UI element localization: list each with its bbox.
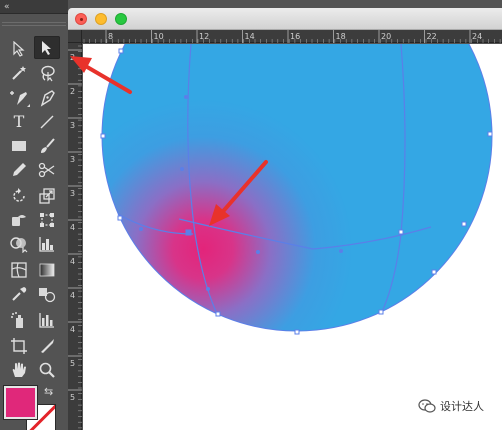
annotation-arrow-toolbar	[70, 56, 132, 94]
